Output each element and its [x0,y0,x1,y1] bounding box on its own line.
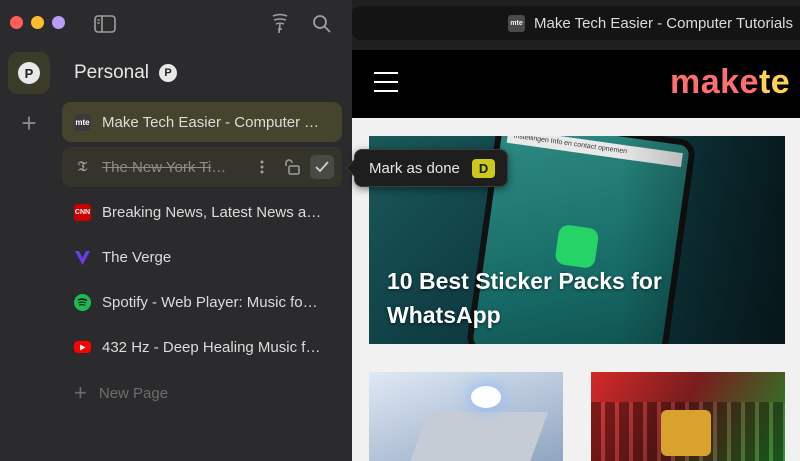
cnn-favicon-icon: CNN [74,203,91,221]
address-bar[interactable]: mte Make Tech Easier - Computer Tutorial… [352,6,800,40]
spotify-favicon-icon [74,293,91,311]
space-switcher-personal[interactable]: P [8,52,50,94]
tab-title: The New York Times [102,158,227,176]
tab-title: Make Tech Easier - Computer Tutorials [102,113,322,131]
tab-item-youtube[interactable]: 432 Hz - Deep Healing Music for The Body… [62,327,342,367]
shortcut-key-badge: D [471,158,496,178]
mark-as-done-button[interactable] [310,155,334,179]
site-logo[interactable]: makete [670,63,790,102]
plus-icon: + [74,380,87,405]
zoom-window-button[interactable] [52,16,65,29]
tooltip-label: Mark as done [369,159,460,177]
new-page-label: New Page [98,384,169,402]
padlock-icon [661,410,711,456]
article-thumbnail-linux-security[interactable] [591,372,785,461]
tab-item-maketecheasier[interactable]: mte Make Tech Easier - Computer Tutorial… [62,102,342,142]
space-title: Personal [74,62,149,83]
page-title: Make Tech Easier - Computer Tutorials [534,14,793,32]
article-thumbnail-cloud[interactable] [369,372,563,461]
window-controls [10,16,65,29]
site-header: makete [352,50,800,118]
browser-main: mte Make Tech Easier - Computer Tutorial… [352,0,800,461]
browser-window: P + Personal P mte Make Tech Easier - Co… [0,0,800,461]
space-header: Personal P [74,62,177,84]
tab-title: The Verge [102,248,172,266]
mte-favicon-icon: mte [508,14,525,32]
tab-item-verge[interactable]: The Verge [62,237,342,277]
cloud-icon [471,386,501,408]
more-options-icon[interactable] [250,155,274,179]
tab-item-nytimes[interactable]: 𝔗 The New York Times [62,147,342,187]
tab-item-spotify[interactable]: Spotify - Web Player: Music for everyone [62,282,342,322]
mark-as-done-tooltip: Mark as done D [345,149,509,187]
sidebar: P + Personal P mte Make Tech Easier - Co… [0,0,352,461]
tab-actions [250,155,334,179]
search-icon[interactable] [310,12,334,36]
hamburger-menu-icon[interactable] [374,72,398,92]
broom-icon[interactable] [268,12,292,36]
nyt-favicon-icon: 𝔗 [77,159,88,175]
youtube-favicon-icon [74,341,91,353]
unpin-icon[interactable] [280,155,304,179]
add-space-plus-icon[interactable]: + [17,110,41,136]
space-rail: P + [0,44,58,461]
mte-favicon-icon: mte [74,113,91,131]
web-content: makete Instellingen Info en contact opne… [352,50,800,461]
tab-title: Breaking News, Latest News and Videos | … [102,203,322,221]
sidebar-toggle-icon[interactable] [93,12,117,36]
space-badge: P [159,64,177,82]
tab-list: mte Make Tech Easier - Computer Tutorial… [62,102,342,372]
verge-favicon-icon [74,249,91,266]
minimize-window-button[interactable] [31,16,44,29]
featured-article-title[interactable]: 10 Best Sticker Packs for WhatsApp [387,264,687,332]
tab-item-cnn[interactable]: CNN Breaking News, Latest News and Video… [62,192,342,232]
new-page-button[interactable]: + New Page [74,380,169,405]
tab-title: Spotify - Web Player: Music for everyone [102,293,322,311]
avatar: P [18,62,40,84]
tab-title: 432 Hz - Deep Healing Music for The Body… [102,338,322,356]
whatsapp-icon [554,223,600,270]
close-window-button[interactable] [10,16,23,29]
